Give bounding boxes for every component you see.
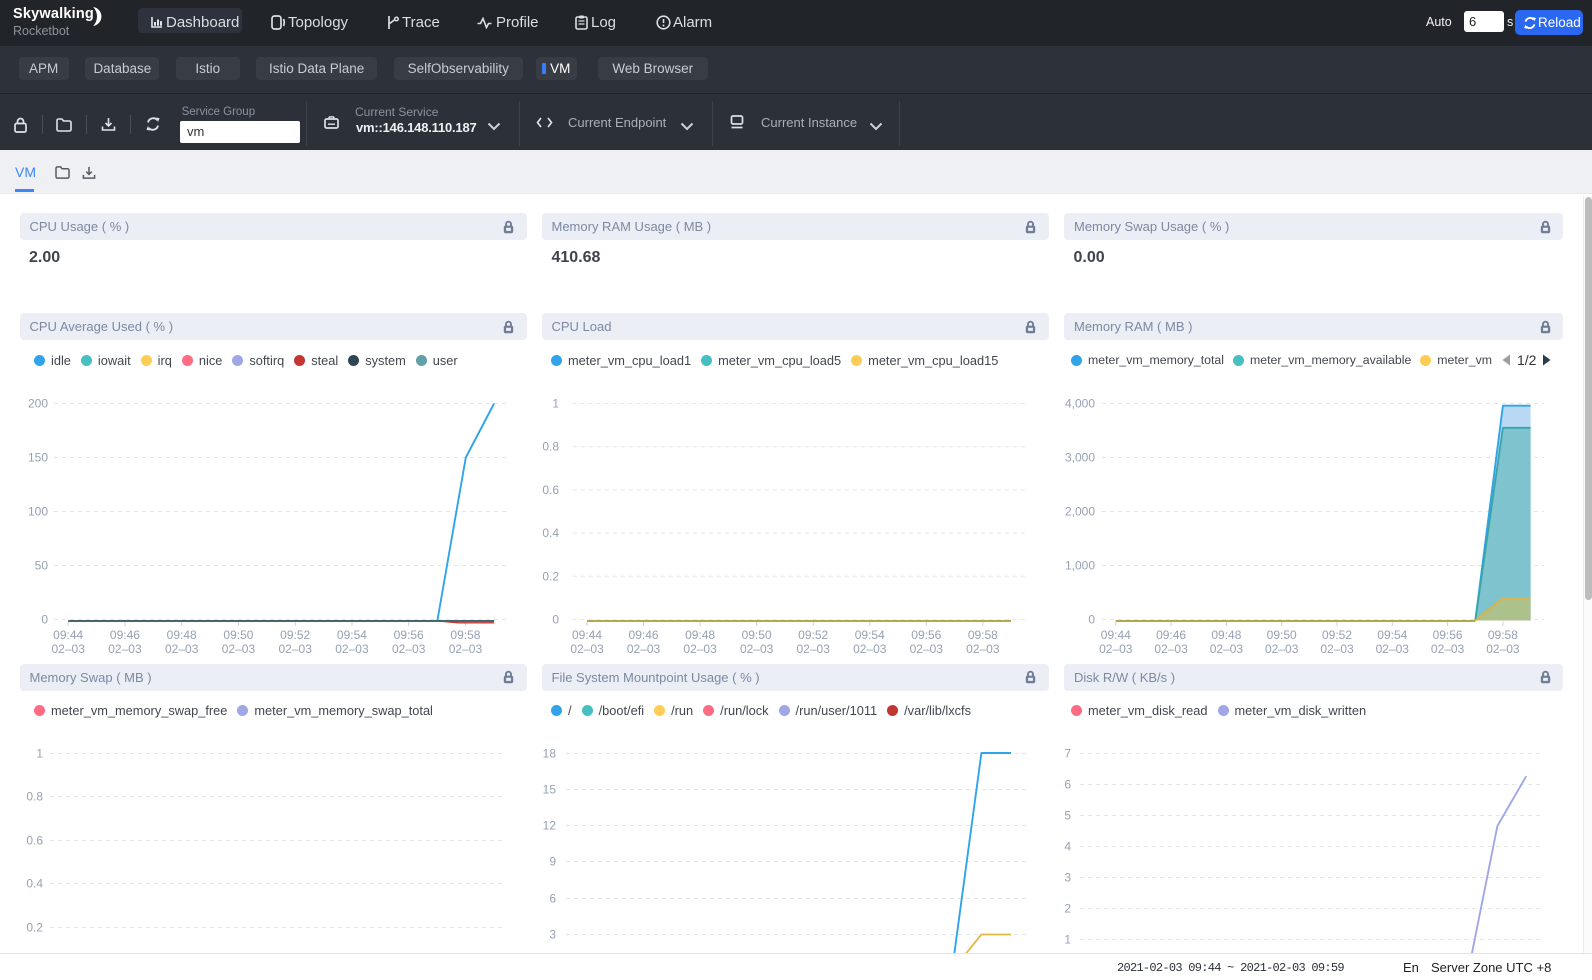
svg-text:02–03: 02–03 xyxy=(740,642,774,656)
svg-text:200: 200 xyxy=(28,397,48,411)
svg-text:09:46: 09:46 xyxy=(1156,628,1186,642)
svg-text:02–03: 02–03 xyxy=(108,642,142,656)
svg-text:02–03: 02–03 xyxy=(1376,642,1410,656)
svg-text:09:54: 09:54 xyxy=(337,628,367,642)
svg-text:02–03: 02–03 xyxy=(335,642,369,656)
svg-text:09:50: 09:50 xyxy=(742,628,772,642)
svg-text:09:46: 09:46 xyxy=(629,628,659,642)
svg-text:09:58: 09:58 xyxy=(450,628,480,642)
svg-text:2: 2 xyxy=(1064,902,1071,916)
svg-text:02–03: 02–03 xyxy=(222,642,256,656)
svg-text:09:58: 09:58 xyxy=(968,628,998,642)
svg-text:02–03: 02–03 xyxy=(449,642,483,656)
svg-text:09:48: 09:48 xyxy=(167,628,197,642)
svg-text:0.6: 0.6 xyxy=(26,834,43,848)
svg-text:1: 1 xyxy=(552,397,559,411)
svg-text:09:46: 09:46 xyxy=(110,628,140,642)
svg-text:0.4: 0.4 xyxy=(26,877,43,891)
svg-text:02–03: 02–03 xyxy=(392,642,426,656)
svg-text:02–03: 02–03 xyxy=(910,642,944,656)
svg-text:02–03: 02–03 xyxy=(570,642,604,656)
svg-text:02–03: 02–03 xyxy=(279,642,313,656)
svg-text:4: 4 xyxy=(1064,840,1071,854)
svg-text:0.6: 0.6 xyxy=(542,483,559,497)
svg-text:6: 6 xyxy=(1064,778,1071,792)
svg-text:09:50: 09:50 xyxy=(223,628,253,642)
svg-text:0.8: 0.8 xyxy=(542,440,559,454)
svg-text:3: 3 xyxy=(549,928,556,942)
svg-text:09:58: 09:58 xyxy=(1488,628,1518,642)
svg-text:09:52: 09:52 xyxy=(1322,628,1352,642)
svg-text:15: 15 xyxy=(543,783,557,797)
svg-text:09:54: 09:54 xyxy=(855,628,885,642)
svg-text:9: 9 xyxy=(549,855,556,869)
svg-text:09:44: 09:44 xyxy=(1101,628,1131,642)
svg-text:02–03: 02–03 xyxy=(165,642,199,656)
svg-text:0: 0 xyxy=(41,613,48,627)
svg-text:2,000: 2,000 xyxy=(1065,505,1095,519)
svg-text:09:52: 09:52 xyxy=(280,628,310,642)
svg-text:100: 100 xyxy=(28,505,48,519)
svg-text:150: 150 xyxy=(28,451,48,465)
svg-text:02–03: 02–03 xyxy=(1265,642,1299,656)
svg-text:0: 0 xyxy=(1088,613,1095,627)
svg-text:02–03: 02–03 xyxy=(1210,642,1244,656)
svg-text:02–03: 02–03 xyxy=(797,642,831,656)
svg-text:12: 12 xyxy=(543,819,557,833)
svg-text:09:50: 09:50 xyxy=(1267,628,1297,642)
svg-text:7: 7 xyxy=(1064,747,1071,761)
svg-text:0.8: 0.8 xyxy=(26,790,43,804)
svg-text:1,000: 1,000 xyxy=(1065,559,1095,573)
svg-text:02–03: 02–03 xyxy=(1486,642,1520,656)
svg-text:09:56: 09:56 xyxy=(1433,628,1463,642)
svg-text:02–03: 02–03 xyxy=(1154,642,1188,656)
svg-text:0.2: 0.2 xyxy=(26,921,43,935)
svg-text:4,000: 4,000 xyxy=(1065,397,1095,411)
svg-text:09:56: 09:56 xyxy=(394,628,424,642)
svg-text:02–03: 02–03 xyxy=(627,642,661,656)
svg-text:6: 6 xyxy=(549,892,556,906)
svg-text:09:44: 09:44 xyxy=(53,628,83,642)
svg-text:1: 1 xyxy=(1064,933,1071,947)
svg-text:02–03: 02–03 xyxy=(1320,642,1354,656)
svg-text:09:48: 09:48 xyxy=(685,628,715,642)
svg-text:09:56: 09:56 xyxy=(911,628,941,642)
svg-text:02–03: 02–03 xyxy=(966,642,1000,656)
svg-text:18: 18 xyxy=(543,747,557,761)
svg-text:09:44: 09:44 xyxy=(572,628,602,642)
svg-text:02–03: 02–03 xyxy=(52,642,86,656)
svg-text:5: 5 xyxy=(1064,809,1071,823)
svg-text:50: 50 xyxy=(35,559,49,573)
svg-text:02–03: 02–03 xyxy=(853,642,887,656)
svg-text:02–03: 02–03 xyxy=(1099,642,1133,656)
svg-text:02–03: 02–03 xyxy=(1431,642,1465,656)
svg-text:09:54: 09:54 xyxy=(1377,628,1407,642)
svg-text:1: 1 xyxy=(36,747,43,761)
svg-text:0: 0 xyxy=(552,613,559,627)
svg-text:3,000: 3,000 xyxy=(1065,451,1095,465)
svg-text:09:52: 09:52 xyxy=(798,628,828,642)
svg-text:02–03: 02–03 xyxy=(683,642,717,656)
svg-text:0.2: 0.2 xyxy=(542,569,559,583)
svg-text:0.4: 0.4 xyxy=(542,526,559,540)
svg-text:3: 3 xyxy=(1064,871,1071,885)
svg-text:09:48: 09:48 xyxy=(1211,628,1241,642)
